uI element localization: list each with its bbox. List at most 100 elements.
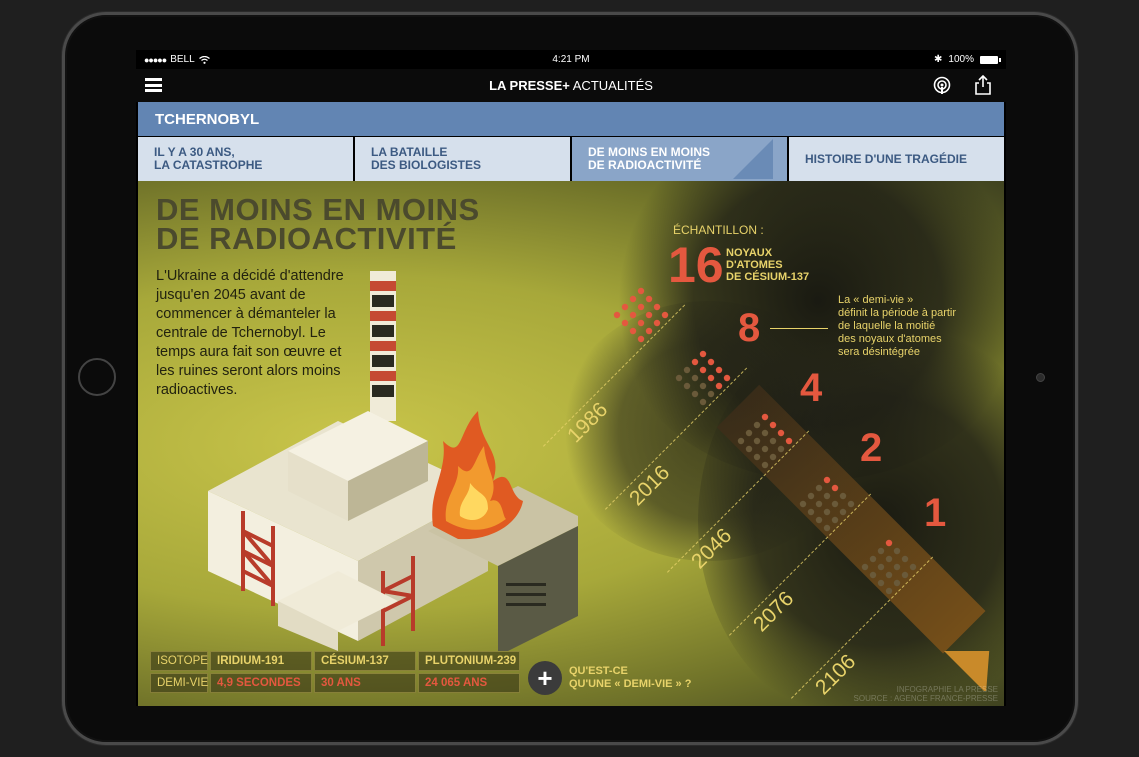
- atom-dot: [823, 492, 831, 500]
- atom-dot: [621, 303, 629, 311]
- plus-icon: +: [537, 663, 553, 693]
- isotope-table: ISOTOPE IRIDIUM-191 CÉSIUM-137 PLUTONIUM…: [150, 651, 520, 695]
- share-icon[interactable]: [974, 75, 992, 95]
- more-info-button[interactable]: +: [528, 661, 562, 695]
- tab-radioactivite[interactable]: DE MOINS EN MOINS DE RADIOACTIVITÉ: [572, 137, 787, 181]
- sample-unit-line: NOYAUX: [726, 247, 773, 259]
- atom-dot: [753, 437, 761, 445]
- atom-dot: [645, 327, 653, 335]
- atom-dot: [761, 445, 769, 453]
- tab-tragedie[interactable]: HISTOIRE D'UNE TRAGÉDIE: [789, 137, 1004, 181]
- atom-dot: [715, 382, 723, 390]
- atom-dot: [823, 524, 831, 532]
- sample-unit-line: D'ATOMES: [726, 259, 783, 271]
- atom-dot: [807, 508, 815, 516]
- half-life-note: La « demi-vie » définit la période à par…: [838, 294, 978, 359]
- atom-dot: [877, 547, 885, 555]
- atom-count: 8: [738, 306, 761, 350]
- atom-dot: [653, 303, 661, 311]
- atom-dot: [699, 398, 707, 406]
- camera-icon: [1036, 373, 1045, 382]
- atom-dot: [637, 303, 645, 311]
- atom-dot: [815, 516, 823, 524]
- app-section: ACTUALITÉS: [569, 78, 653, 93]
- atom-dot: [629, 311, 637, 319]
- atom-dot: [893, 579, 901, 587]
- clock: 4:21 PM: [552, 54, 590, 65]
- atom-dot: [815, 484, 823, 492]
- atom-dot: [645, 295, 653, 303]
- atom-dot: [831, 484, 839, 492]
- headline-line: DE RADIOACTIVITÉ: [156, 221, 457, 256]
- atom-dot: [885, 555, 893, 563]
- atom-dot: [877, 563, 885, 571]
- atom-dot: [885, 539, 893, 547]
- atom-dot: [769, 437, 777, 445]
- note-connector: [770, 328, 828, 329]
- atom-dot: [769, 453, 777, 461]
- atom-dot: [737, 437, 745, 445]
- atom-dot: [629, 295, 637, 303]
- table-row: DEMI-VIE 4,9 SECONDES 30 ANS 24 065 ANS: [150, 673, 520, 693]
- atom-count: 1: [924, 491, 947, 535]
- atom-dot: [637, 287, 645, 295]
- atom-dot: [885, 571, 893, 579]
- atom-dot: [839, 492, 847, 500]
- atom-dot: [645, 311, 653, 319]
- atom-dot: [861, 563, 869, 571]
- atom-dot: [815, 500, 823, 508]
- atom-dot: [807, 492, 815, 500]
- infographic-headline: DE MOINS EN MOINS DE RADIOACTIVITÉ: [156, 192, 480, 256]
- atom-dot: [699, 366, 707, 374]
- atom-dot: [823, 476, 831, 484]
- headline-line: DE MOINS EN MOINS: [156, 192, 480, 227]
- atom-dot: [691, 358, 699, 366]
- infographic: DE MOINS EN MOINS DE RADIOACTIVITÉ L'Ukr…: [138, 181, 1004, 706]
- atom-grid: [737, 413, 793, 469]
- table-cell: 30 ANS: [314, 673, 416, 693]
- atom-dot: [653, 319, 661, 327]
- atom-dot: [613, 311, 621, 319]
- section-title: TCHERNOBYL: [138, 102, 1004, 136]
- tab-label: DE RADIOACTIVITÉ: [588, 158, 702, 172]
- atom-dot: [761, 429, 769, 437]
- home-button[interactable]: [78, 358, 116, 396]
- sample-unit-line: DE CÉSIUM-137: [726, 271, 810, 283]
- atom-dot: [683, 366, 691, 374]
- tab-catastrophe[interactable]: IL Y A 30 ANS, LA CATASTROPHE: [138, 137, 353, 181]
- atom-dot: [901, 555, 909, 563]
- battery-icon: [980, 55, 1001, 64]
- atom-dot: [847, 500, 855, 508]
- atom-dot: [699, 350, 707, 358]
- tab-biologistes[interactable]: LA BATAILLE DES BIOLOGISTES: [355, 137, 570, 181]
- more-info-line: QU'EST-CE: [569, 665, 628, 677]
- atom-grid: [799, 476, 855, 532]
- atom-dot: [777, 445, 785, 453]
- atom-dot: [753, 421, 761, 429]
- atom-grid: [613, 287, 669, 343]
- more-info-line: QU'UNE « DEMI-VIE » ?: [569, 678, 692, 690]
- table-head: ISOTOPE: [150, 651, 208, 671]
- more-info-label[interactable]: QU'EST-CE QU'UNE « DEMI-VIE » ?: [569, 665, 691, 691]
- atom-dot: [637, 319, 645, 327]
- atom-dot: [823, 508, 831, 516]
- fire-icon: [432, 411, 523, 540]
- table-cell: PLUTONIUM-239: [418, 651, 520, 671]
- atom-dot: [877, 579, 885, 587]
- atom-dot: [707, 358, 715, 366]
- atom-dot: [629, 327, 637, 335]
- podcast-icon[interactable]: [932, 76, 952, 96]
- atom-dot: [831, 500, 839, 508]
- app-title: LA PRESSE+ ACTUALITÉS: [136, 78, 1006, 93]
- atom-dot: [675, 374, 683, 382]
- atom-dot: [621, 319, 629, 327]
- atom-dot: [745, 445, 753, 453]
- atom-dot: [723, 374, 731, 382]
- table-cell: 4,9 SECONDES: [210, 673, 312, 693]
- atom-dot: [909, 563, 917, 571]
- atom-grid: [861, 539, 917, 595]
- atom-count: 16: [668, 237, 724, 293]
- atom-dot: [901, 571, 909, 579]
- note-line: des noyaux d'atomes: [838, 333, 942, 345]
- table-cell: IRIDIUM-191: [210, 651, 312, 671]
